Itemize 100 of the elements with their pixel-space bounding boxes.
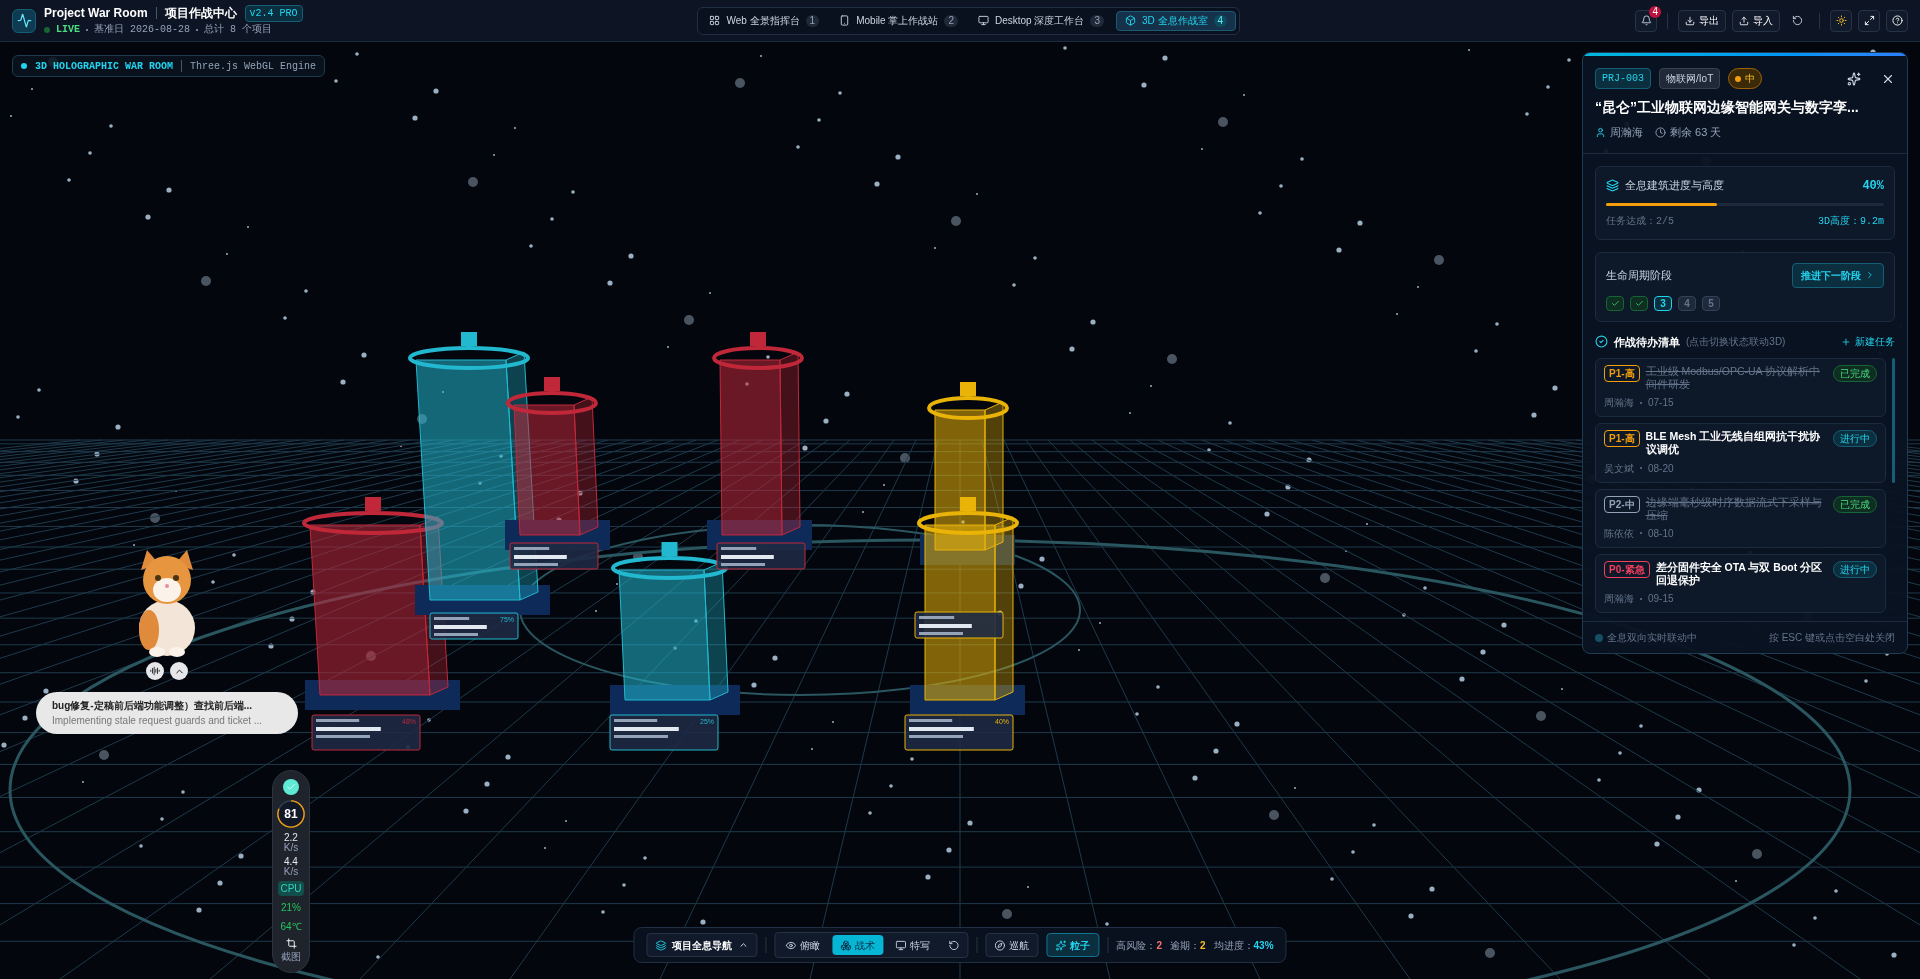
priority-tag: P0-紧急 <box>1604 560 1650 578</box>
tab-count: 3 <box>1090 14 1104 27</box>
collapse-button[interactable] <box>170 662 188 680</box>
risk-tag: 中 <box>1728 68 1763 89</box>
task-card[interactable]: P2-中 边缘端毫秒级时序数据流式下采样与压缩 已完成 陈依依 08-10 <box>1595 488 1886 548</box>
crop-icon <box>285 938 297 949</box>
status-tag: 进行中 <box>1833 430 1877 448</box>
task-owner: 周瀚海 <box>1604 396 1634 411</box>
export-button[interactable]: 导出 <box>1678 9 1726 32</box>
stat-value: 2 <box>1156 938 1162 953</box>
tab-icon <box>709 15 721 26</box>
view-tab[interactable]: Desktop 深度工作台 3 <box>970 10 1112 31</box>
view-tab[interactable]: Web 全景指挥台 1 <box>701 10 828 31</box>
stat-label: 高风险： <box>1116 938 1157 953</box>
info-card[interactable] <box>509 542 599 570</box>
task-date: 07-15 <box>1648 396 1674 411</box>
bubble-title: bug修复-定稿前后端功能调整）查找前后端... <box>52 699 253 713</box>
task-owner: 吴文斌 <box>1604 461 1634 476</box>
view-mode-button[interactable]: 俯瞰 <box>777 935 829 955</box>
task-date: 08-10 <box>1648 526 1674 541</box>
stage-step[interactable] <box>1630 295 1648 311</box>
view-tab[interactable]: Mobile 掌上作战站 2 <box>831 10 966 31</box>
voice-button[interactable] <box>146 662 164 680</box>
cruise-toggle[interactable]: 巡航 <box>985 933 1039 957</box>
stat-label: 逾期： <box>1170 938 1200 953</box>
owner-name: 周瀚海 <box>1610 125 1643 140</box>
sync-status: 全息双向实时联动中 <box>1607 631 1697 645</box>
remaining-days: 剩余 63 天 <box>1670 124 1722 141</box>
project-total: 总计 8 个项目 <box>204 22 273 37</box>
engine-label: Three.js WebGL Engine <box>190 59 317 74</box>
refresh-icon[interactable] <box>1792 15 1803 26</box>
project-title: “昆仑”工业物联网边缘智能网关与数字孪... <box>1595 98 1860 117</box>
project-code-tag: PRJ-003 <box>1595 68 1651 89</box>
task-card[interactable]: P0-紧急 差分固件安全 OTA 与双 Boot 分区回退保护 进行中 周瀚海 09-15 <box>1595 553 1886 613</box>
priority-tag: P1-高 <box>1604 365 1640 382</box>
info-card[interactable] <box>914 611 1004 639</box>
building[interactable] <box>302 497 460 710</box>
version-badge: v2.4 PRO <box>244 4 303 22</box>
task-title: BLE Mesh 工业无线自组网抗干扰协议调优 <box>1645 430 1822 457</box>
new-task-button[interactable]: 新建任务 <box>1841 334 1895 350</box>
cpu-temperature: 64℃ <box>280 920 302 934</box>
task-card[interactable]: P1-高 BLE Mesh 工业无线自组网抗干扰协议调优 进行中 吴文斌 08-20 <box>1595 423 1886 483</box>
building[interactable] <box>505 377 610 550</box>
building[interactable] <box>408 332 550 615</box>
speech-bubble[interactable]: bug修复-定稿前后端功能调整）查找前后端... Implementing stale request guards and ticket ... <box>36 692 298 734</box>
scene-title: 3D HOLOGRAPHIC WAR ROOM <box>35 59 174 74</box>
tasks-done: 任务达成：2/5 <box>1606 214 1674 229</box>
download-icon <box>1685 15 1695 26</box>
particles-toggle[interactable]: 粒子 <box>1046 933 1100 957</box>
download-unit: K/s <box>283 867 299 877</box>
task-title: 工业级 Modbus/OPC-UA 协议解析中间件研发 <box>1645 365 1821 392</box>
view-icon <box>785 939 797 951</box>
task-date: 08-20 <box>1648 461 1674 476</box>
layers-icon <box>1606 179 1619 192</box>
todo-title: 作战待办清单 <box>1614 334 1680 350</box>
cpu-usage: 21% <box>281 901 301 915</box>
height-reading: 3D高度：9.2m <box>1818 214 1884 229</box>
sun-icon <box>1835 15 1847 26</box>
screenshot-button[interactable]: 截图 <box>281 938 301 964</box>
project-nav-button[interactable]: 项目全息导航 <box>646 933 758 957</box>
next-stage-button[interactable]: 推进下一阶段 <box>1792 262 1884 288</box>
info-card[interactable] <box>716 542 806 570</box>
fullscreen-button[interactable] <box>1858 9 1880 32</box>
building[interactable] <box>610 542 740 715</box>
stat-label: 均进度： <box>1213 938 1254 953</box>
layers-icon <box>655 939 667 951</box>
priority-tag: P2-中 <box>1604 495 1640 513</box>
health-score: 81 <box>284 806 298 823</box>
bell-icon <box>1640 15 1652 26</box>
tab-icon <box>978 15 989 26</box>
building[interactable] <box>910 497 1025 715</box>
lifecycle-title: 生命周期阶段 <box>1606 267 1672 283</box>
building[interactable] <box>920 382 1015 565</box>
download-speed: 4.4 <box>284 857 298 867</box>
expand-icon <box>1863 15 1875 26</box>
upload-speed: 2.2 <box>284 833 298 843</box>
user-icon <box>1595 126 1606 138</box>
compass-icon <box>994 939 1006 951</box>
task-card[interactable]: P1-高 工业级 Modbus/OPC-UA 协议解析中间件研发 已完成 周瀚海 07-15 <box>1595 358 1886 418</box>
logo-icon <box>12 8 36 33</box>
help-button[interactable] <box>1886 9 1908 32</box>
tab-icon <box>1125 15 1136 26</box>
view-icon <box>895 939 907 951</box>
reset-view-icon[interactable] <box>948 939 960 951</box>
view-icon <box>840 939 852 951</box>
view-tab[interactable]: 3D 全息作战室 4 <box>1116 10 1237 31</box>
sparkle-icon[interactable] <box>1847 71 1861 86</box>
notification-count: 4 <box>1649 5 1661 18</box>
import-button[interactable]: 导入 <box>1732 9 1780 32</box>
stage-step[interactable]: 3 <box>1654 295 1672 311</box>
stat-value: 43% <box>1253 938 1274 953</box>
view-mode-button[interactable]: 特写 <box>887 935 939 955</box>
view-mode-button[interactable]: 战术 <box>832 935 884 955</box>
theme-button[interactable] <box>1830 9 1852 32</box>
app-subtitle: 项目作战中心 <box>164 5 237 22</box>
close-hint: 按 ESC 键或点击空白处关闭 <box>1768 631 1895 645</box>
tab-count: 2 <box>944 14 958 27</box>
stage-step[interactable] <box>1606 295 1624 311</box>
scrollbar[interactable] <box>1892 358 1895 483</box>
category-tag: 物联网/IoT <box>1659 68 1721 89</box>
